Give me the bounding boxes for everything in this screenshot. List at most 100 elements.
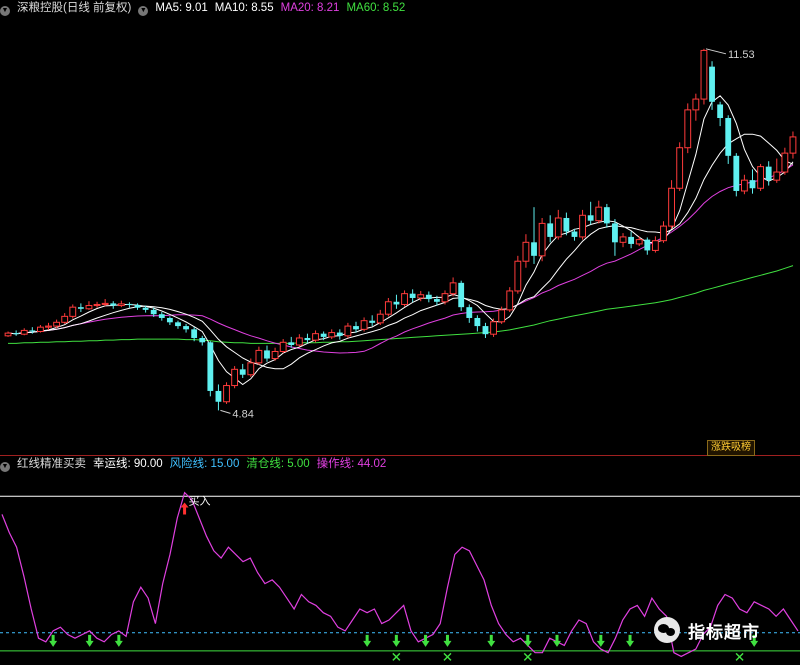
candle — [506, 287, 514, 313]
candle-body-down — [733, 155, 740, 191]
candle-body-up — [53, 321, 61, 327]
candle — [183, 323, 189, 333]
candle — [126, 302, 133, 308]
min-price-label: 4.84 — [232, 408, 253, 420]
watermark: 指标超市 — [654, 612, 800, 648]
candle — [336, 329, 343, 340]
candle — [360, 317, 368, 332]
min-price-pointer — [220, 409, 231, 414]
candle — [531, 207, 537, 264]
candle — [628, 231, 635, 249]
candle-body-up — [635, 239, 643, 245]
candle — [166, 316, 173, 326]
candle — [312, 330, 319, 343]
clear-cross-icon — [392, 652, 401, 661]
chart-canvas[interactable]: 11.53 4.84 买入 — [0, 0, 800, 665]
candle — [781, 147, 789, 175]
candle-body-down — [393, 301, 400, 305]
candle-body-up — [93, 303, 101, 307]
candle — [538, 217, 546, 262]
candle-body-down — [353, 326, 359, 330]
candle-body-up — [20, 329, 28, 335]
candle-body-up — [740, 179, 748, 192]
candle — [264, 345, 270, 362]
ma20-line — [7, 164, 794, 354]
candle — [700, 48, 708, 105]
candle-body-up — [781, 152, 789, 173]
candle-body-down — [458, 282, 465, 308]
candle-body-down — [158, 314, 165, 318]
candle — [328, 329, 336, 340]
candle — [612, 219, 618, 256]
candle — [344, 322, 352, 338]
candle — [134, 303, 141, 310]
candle — [676, 142, 684, 191]
candle-body-up — [700, 49, 708, 100]
candle-body-up — [579, 214, 586, 238]
candle — [231, 366, 239, 389]
candle-body-down — [612, 223, 618, 243]
candle — [409, 289, 416, 303]
clear-line-label: 清仓线: 5.00 — [246, 458, 310, 470]
candle-body-up — [45, 325, 52, 328]
sell-arrow-icon — [49, 634, 58, 647]
candle — [207, 341, 214, 397]
candle-body-down — [199, 337, 206, 343]
candle — [474, 315, 481, 332]
candle — [547, 215, 554, 243]
candle-body-up — [117, 303, 125, 307]
candle — [522, 234, 530, 268]
candle-body-down — [175, 322, 181, 327]
candle-body-up — [692, 98, 700, 111]
candle-body-down — [709, 66, 715, 102]
candle-body-up — [101, 302, 109, 305]
candle — [376, 309, 384, 326]
candle-body-up — [271, 350, 279, 360]
candle — [692, 93, 700, 121]
candle-body-up — [247, 362, 255, 376]
candle-body-up — [279, 341, 287, 352]
sell-arrow-icon — [596, 634, 605, 647]
candle-body-down — [142, 307, 149, 310]
stock-board-badge[interactable]: 涨跌吸榜 — [707, 440, 755, 456]
candle — [725, 115, 732, 164]
candle-body-up — [506, 290, 514, 311]
candle-body-down — [239, 369, 246, 375]
candle-body-down — [134, 305, 141, 308]
candle — [651, 236, 659, 253]
candle-body-up — [384, 301, 392, 315]
candle-body-up — [490, 321, 497, 335]
candle-body-up — [37, 326, 44, 332]
candle-body-down — [466, 307, 473, 318]
candle — [255, 346, 263, 366]
candle-body-down — [725, 117, 732, 156]
candle — [554, 209, 562, 240]
candle — [449, 277, 457, 297]
candle-body-down — [13, 333, 20, 335]
candle-body-up — [344, 325, 352, 337]
candle — [93, 301, 101, 308]
candle-body-down — [644, 239, 651, 251]
candle — [117, 300, 125, 308]
candle-body-down — [603, 207, 610, 224]
indicator-menu-icon[interactable]: ▼ — [0, 462, 10, 472]
candle-body-down — [563, 217, 570, 232]
candle — [175, 320, 181, 329]
candle-body-up — [773, 171, 781, 181]
candle-body-up — [61, 315, 69, 323]
candle — [20, 328, 28, 336]
candle-body-down — [336, 332, 343, 336]
candle-body-down — [474, 317, 481, 327]
candle-body-down — [183, 326, 189, 330]
candle-body-up — [684, 109, 692, 149]
candle — [749, 169, 756, 194]
candle-body-up — [223, 385, 230, 403]
candle-body-down — [191, 329, 198, 338]
candle-body-down — [207, 342, 214, 391]
sell-arrow-icon — [487, 634, 496, 647]
candle — [740, 174, 748, 195]
candle-body-down — [166, 317, 173, 323]
candle-body-down — [531, 242, 537, 256]
clear-cross-icon — [523, 652, 532, 661]
buy-label: 买入 — [189, 495, 211, 508]
